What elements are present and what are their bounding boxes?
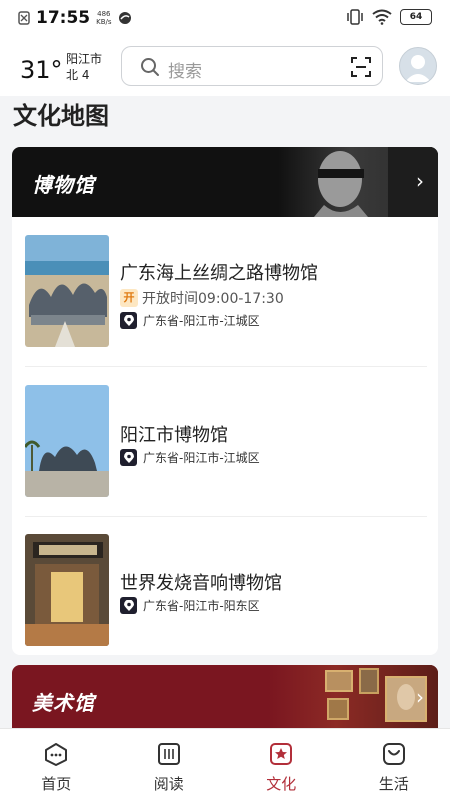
museum-photo-3 [25, 534, 109, 646]
divider [25, 516, 427, 517]
book-icon [156, 741, 182, 767]
nav-culture[interactable]: 文化 [225, 729, 338, 801]
nav-home-label: 首页 [0, 773, 113, 794]
search-icon [140, 57, 160, 77]
notification-icon [18, 11, 30, 25]
net-speed: 486 KB/s [96, 10, 111, 26]
museum-thumbnail [25, 235, 109, 347]
museum-photo-1 [25, 235, 109, 347]
location-pin-icon [120, 597, 137, 614]
city-label: 阳江市 [66, 51, 102, 67]
opening-hours: 开 开放时间09:00-17:30 [120, 288, 284, 308]
art-gallery-banner-image [268, 665, 438, 728]
address-text: 广东省-阳江市-阳东区 [143, 597, 260, 614]
opening-hours-text: 开放时间09:00-17:30 [142, 288, 284, 308]
top-header: 31° 阳江市 北 4 搜索 [0, 36, 450, 96]
weather-location: 阳江市 北 4 [66, 51, 102, 83]
museum-thumbnail [25, 385, 109, 497]
museum-banner[interactable]: 博物馆 › [12, 147, 438, 217]
avatar[interactable] [399, 47, 437, 85]
list-item[interactable]: 广东海上丝绸之路博物馆 开 开放时间09:00-17:30 广东省-阳江市-江城… [25, 235, 427, 350]
museum-photo-2 [25, 385, 109, 497]
status-bar: 17:55 486 KB/s 64 [0, 0, 450, 36]
user-avatar-icon [400, 48, 436, 84]
museum-address: 广东省-阳江市-江城区 [120, 449, 260, 466]
museum-thumbnail [25, 534, 109, 646]
nav-home[interactable]: 首页 [0, 729, 113, 801]
home-icon [43, 741, 69, 767]
life-icon [381, 741, 407, 767]
nav-life[interactable]: 生活 [338, 729, 450, 801]
clock: 17:55 [36, 8, 90, 28]
museum-name: 广东海上丝绸之路博物馆 [120, 259, 318, 285]
search-bar[interactable]: 搜索 [121, 46, 383, 86]
wind-label: 北 4 [66, 67, 102, 83]
app-status-icon [118, 11, 132, 25]
divider [25, 366, 427, 367]
battery-indicator: 64 [400, 9, 432, 25]
page-title: 文化地图 [13, 96, 109, 131]
location-pin-icon [120, 449, 137, 466]
museum-address: 广东省-阳江市-江城区 [120, 312, 260, 329]
chevron-right-icon[interactable]: › [416, 685, 424, 709]
nav-life-label: 生活 [338, 773, 450, 794]
museum-section-title: 博物馆 [32, 169, 95, 198]
art-gallery-section-title: 美术馆 [32, 687, 95, 716]
nav-culture-label: 文化 [225, 773, 338, 794]
location-pin-icon [120, 312, 137, 329]
bottom-nav: 首页 阅读 文化 生活 [0, 728, 450, 801]
art-gallery-section: 美术馆 › [12, 665, 438, 728]
wifi-icon [372, 9, 392, 25]
nav-reading-label: 阅读 [113, 773, 226, 794]
weather-temperature: 31° [20, 56, 63, 84]
art-gallery-banner[interactable]: 美术馆 › [12, 665, 438, 728]
scan-icon[interactable] [350, 56, 372, 78]
museum-name: 世界发烧音响博物馆 [120, 569, 282, 595]
culture-icon [268, 741, 294, 767]
chevron-right-icon[interactable]: › [416, 169, 424, 193]
vibrate-icon [346, 9, 364, 25]
museum-address: 广东省-阳江市-阳东区 [120, 597, 260, 614]
museum-name: 阳江市博物馆 [120, 421, 228, 447]
search-input[interactable]: 搜索 [168, 57, 202, 82]
address-text: 广东省-阳江市-江城区 [143, 449, 260, 466]
list-item[interactable]: 阳江市博物馆 广东省-阳江市-江城区 [25, 385, 427, 500]
open-badge-icon: 开 [120, 289, 138, 307]
museum-banner-image [278, 147, 438, 217]
nav-reading[interactable]: 阅读 [113, 729, 226, 801]
list-item[interactable]: 世界发烧音响博物馆 广东省-阳江市-阳东区 [25, 534, 427, 649]
address-text: 广东省-阳江市-江城区 [143, 312, 260, 329]
